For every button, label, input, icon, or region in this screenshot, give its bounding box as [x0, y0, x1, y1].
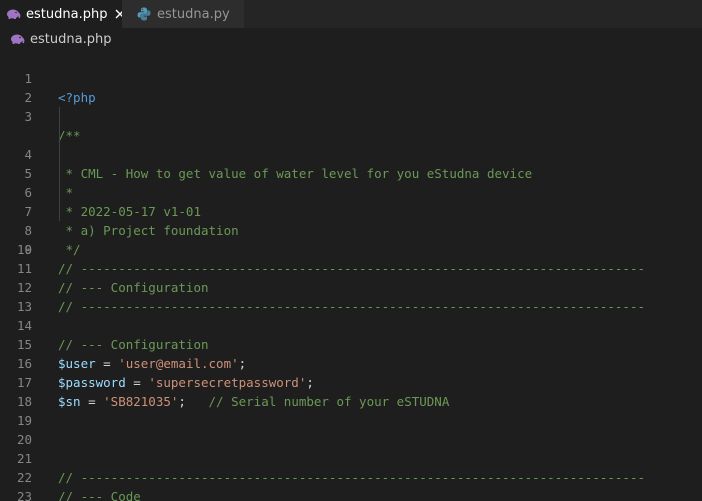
tab-label: estudna.php — [26, 6, 108, 22]
code-line[interactable]: 6 * 2022-05-17 v1-01 — [0, 145, 702, 219]
code-line[interactable]: 23 // ----------------------------------… — [0, 468, 702, 501]
code-line[interactable]: 5 * — [0, 126, 702, 200]
code-line[interactable]: 8 */ — [0, 183, 702, 257]
code-editor[interactable]: 1 <?php 2 3 /** 4 * CML - How to get val… — [0, 50, 702, 501]
code-line[interactable]: 22 // --- Code — [0, 449, 702, 501]
code-line[interactable]: 10 // ----------------------------------… — [0, 221, 702, 276]
breadcrumb[interactable]: estudna.php — [0, 28, 702, 50]
code-line[interactable]: 13 — [0, 278, 702, 314]
tab-bar: estudna.php estudna.py — [0, 0, 702, 28]
code-line[interactable]: 12 // ----------------------------------… — [0, 259, 702, 314]
code-line[interactable]: 14 // --- Configuration — [0, 297, 702, 352]
code-line[interactable]: 9 — [0, 202, 702, 257]
indent-guide — [59, 145, 60, 164]
code-line[interactable]: 20 — [0, 411, 702, 447]
indent-guide — [59, 107, 60, 126]
code-editor-window: estudna.php estudna.py estudna.php 1 <?p… — [0, 0, 702, 501]
code-line[interactable]: 16 $password = 'supersecretpassword'; — [0, 335, 702, 390]
code-line[interactable]: 17 $sn = 'SB821035'; // Serial number of… — [0, 354, 702, 409]
code-line[interactable]: 7 * a) Project foundation — [0, 164, 702, 238]
code-line[interactable]: 18 — [0, 373, 702, 409]
tab-label: estudna.py — [157, 6, 230, 22]
indent-guide — [59, 202, 60, 221]
tab-estudna-py[interactable]: estudna.py — [122, 0, 244, 28]
code-line[interactable]: 1 <?php — [0, 50, 702, 105]
code-line[interactable]: 24 — [0, 487, 702, 501]
code-line[interactable]: 3 /** — [0, 88, 702, 143]
indent-guide — [59, 126, 60, 145]
php-elephant-icon — [5, 6, 21, 22]
code-line[interactable]: 4 * CML - How to get value of water leve… — [0, 107, 702, 181]
php-elephant-icon — [9, 31, 25, 47]
code-line[interactable]: 21 // ----------------------------------… — [0, 430, 702, 485]
code-line[interactable]: 2 — [0, 69, 702, 105]
breadcrumb-file[interactable]: estudna.php — [30, 32, 111, 47]
code-line[interactable]: 11 // --- Configuration — [0, 240, 702, 295]
indent-guide — [59, 183, 60, 202]
code-line[interactable]: 19 — [0, 392, 702, 428]
code-line[interactable]: 15 $user = 'user@email.com'; — [0, 316, 702, 371]
tab-estudna-php[interactable]: estudna.php — [0, 0, 125, 28]
python-icon — [136, 6, 152, 22]
indent-guide — [59, 164, 60, 183]
